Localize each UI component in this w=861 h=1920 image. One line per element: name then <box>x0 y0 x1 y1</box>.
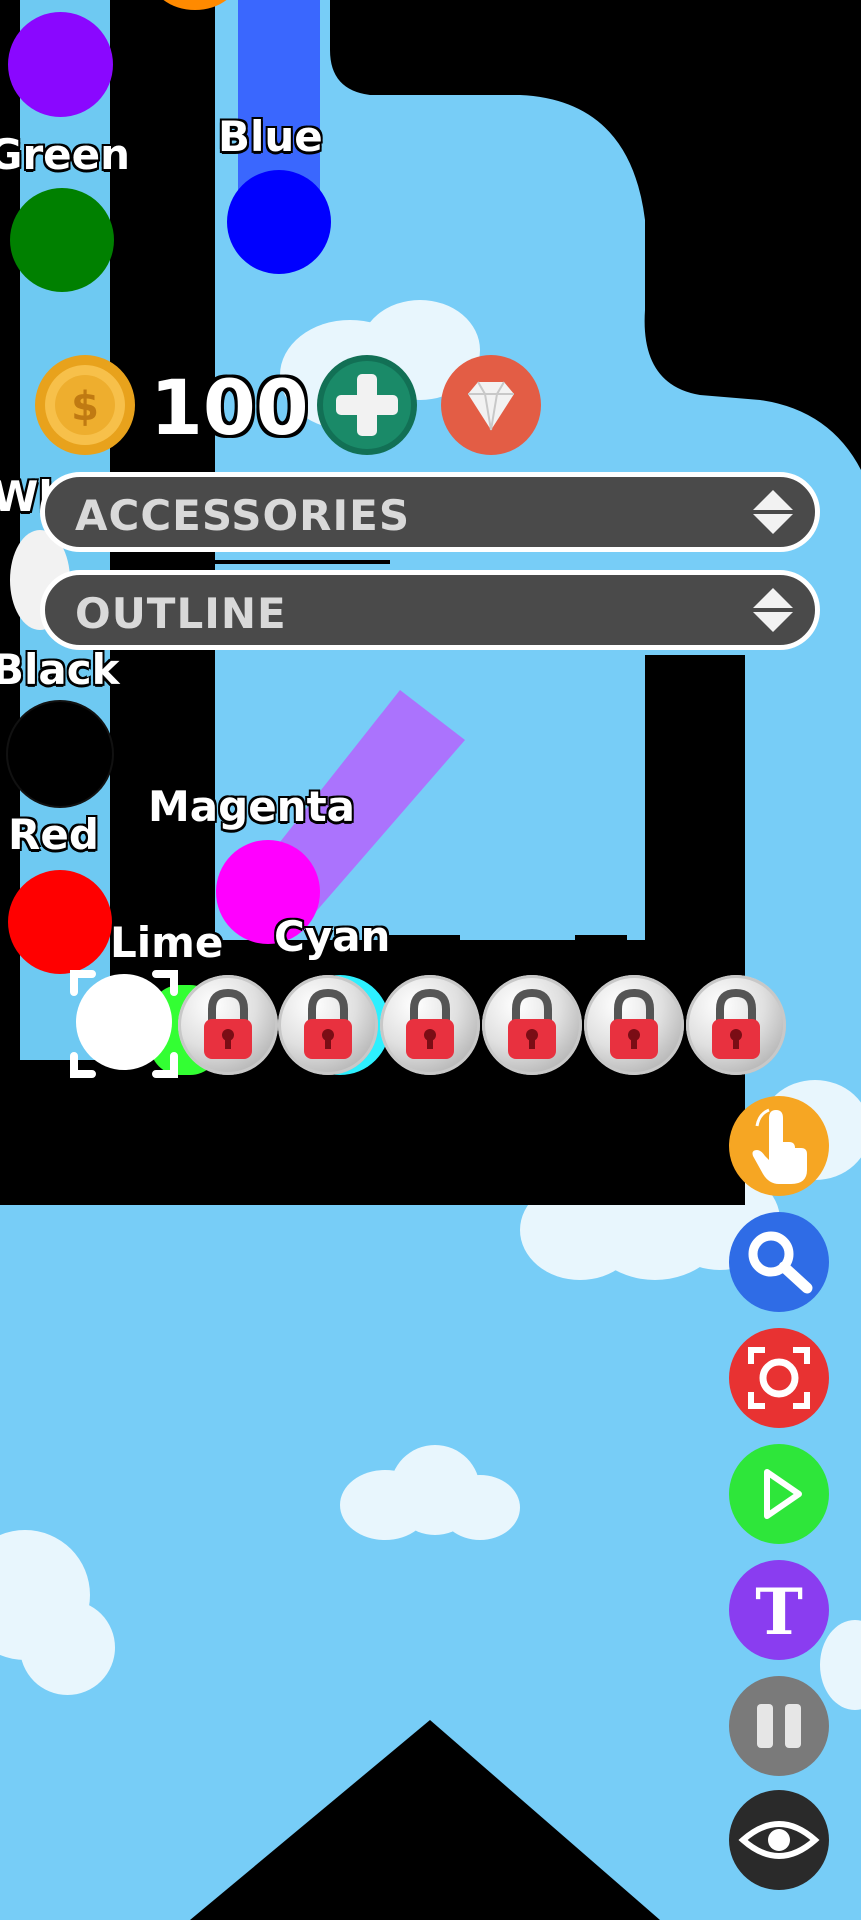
letter-t-icon: T <box>755 1575 803 1650</box>
text-button[interactable]: T <box>729 1560 829 1660</box>
selected-slot-white-marble[interactable] <box>68 968 180 1080</box>
focus-button[interactable] <box>729 1328 829 1428</box>
padlock-icon <box>610 989 658 1059</box>
dropdown-underline <box>110 560 390 564</box>
padlock-icon <box>304 989 352 1059</box>
locked-slot[interactable] <box>584 975 684 1075</box>
marble-label-black: Black <box>0 645 120 694</box>
marble-label-red: Red <box>8 810 99 859</box>
play-button[interactable] <box>729 1444 829 1544</box>
accessories-dropdown-label: ACCESSORIES <box>75 491 411 540</box>
outline-dropdown-label: OUTLINE <box>75 589 287 638</box>
locked-slot[interactable] <box>686 975 786 1075</box>
view-button[interactable] <box>729 1790 829 1890</box>
marble-label-cyan: Cyan <box>274 912 391 961</box>
red-marble <box>8 870 112 974</box>
purple-marble <box>8 12 113 117</box>
plus-icon[interactable] <box>316 354 418 456</box>
pause-button[interactable] <box>729 1676 829 1776</box>
eye-icon <box>738 1821 820 1859</box>
padlock-icon <box>406 989 454 1059</box>
search-button[interactable] <box>729 1212 829 1312</box>
locked-slot[interactable] <box>178 975 278 1075</box>
hand-pointer-icon <box>752 1108 807 1184</box>
selection-brackets <box>70 970 178 1078</box>
marble-label-green: Green <box>0 130 131 179</box>
focus-frame-icon <box>748 1347 810 1409</box>
padlock-icon <box>712 989 760 1059</box>
dollar-coin-icon: $ <box>35 355 135 455</box>
marble-label-magenta: Magenta <box>148 782 356 831</box>
svg-text:$: $ <box>71 384 99 430</box>
up-down-arrows-icon <box>753 490 793 534</box>
locked-slot[interactable] <box>482 975 582 1075</box>
magnifier-icon <box>748 1231 813 1294</box>
green-marble <box>10 188 114 292</box>
marble-label-blue: Blue <box>218 112 323 161</box>
pause-icon <box>757 1704 801 1748</box>
padlock-icon <box>508 989 556 1059</box>
outline-dropdown[interactable]: OUTLINE <box>40 570 820 650</box>
locked-slot[interactable] <box>278 975 378 1075</box>
up-down-arrows-icon <box>753 588 793 632</box>
marble-label-lime: Lime <box>110 918 224 967</box>
tap-button[interactable] <box>729 1096 829 1196</box>
accessories-dropdown[interactable]: ACCESSORIES <box>40 472 820 552</box>
svg-text:T: T <box>755 1575 803 1650</box>
blue-marble <box>227 170 331 274</box>
play-icon <box>764 1469 802 1519</box>
locked-slot[interactable] <box>380 975 480 1075</box>
padlock-icon <box>204 989 252 1059</box>
black-marble <box>8 702 112 806</box>
diamond-icon[interactable] <box>440 354 542 456</box>
coin-count: 100 <box>150 363 309 452</box>
